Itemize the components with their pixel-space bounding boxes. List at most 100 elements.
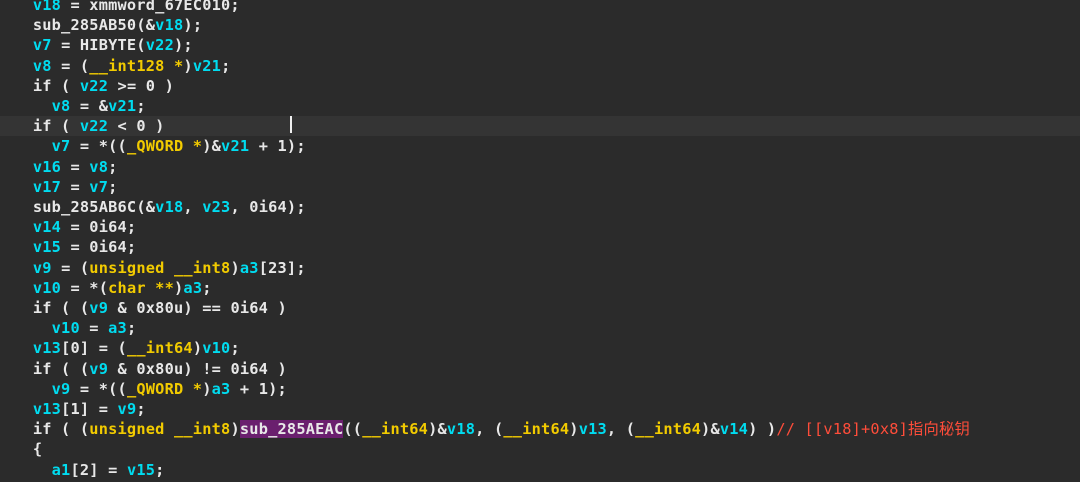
identifier-token[interactable]: v7 — [89, 178, 108, 196]
code-token: ) ) — [748, 420, 777, 439]
identifier-token[interactable]: a3 — [183, 279, 202, 297]
identifier-token[interactable]: v9 — [33, 259, 52, 277]
code-token: = — [61, 177, 90, 196]
code-line[interactable]: if ( v22 < 0 ) — [0, 116, 1080, 137]
pseudocode-editor[interactable]: v18 = xmmword_67EC010; sub_285AB50(&v18)… — [0, 0, 1080, 482]
identifier-token[interactable]: v22 — [146, 36, 174, 54]
code-line[interactable]: v9 = (unsigned __int8)a3[23]; — [0, 258, 1080, 278]
identifier-token[interactable]: v7 — [33, 36, 52, 54]
code-line[interactable]: v15 = 0i64; — [0, 237, 1080, 257]
identifier-token[interactable]: v13 — [33, 400, 61, 418]
code-token: if ( — [32, 117, 80, 136]
code-line[interactable]: v7 = *((_QWORD *)&v21 + 1); — [0, 136, 1080, 156]
code-line[interactable]: if ( (v9 & 0x80u) == 0i64 ) — [0, 298, 1080, 318]
code-line[interactable]: sub_285AB50(&v18); — [0, 15, 1080, 35]
identifier-token[interactable]: v10 — [202, 339, 230, 357]
code-line[interactable]: v18 = xmmword_67EC010; — [0, 0, 1080, 15]
identifier-token[interactable]: a3 — [108, 319, 127, 337]
code-line[interactable]: v8 = (__int128 *)v21; — [0, 56, 1080, 76]
identifier-token[interactable]: v21 — [221, 137, 249, 155]
code-line[interactable]: v17 = v7; — [0, 177, 1080, 197]
identifier-token[interactable]: a1 — [52, 461, 71, 479]
type-token: _QWORD * — [126, 137, 203, 156]
identifier-token[interactable]: v9 — [52, 380, 71, 398]
identifier-token[interactable]: v8 — [89, 158, 108, 176]
function-call-token[interactable]: sub_285AB50 — [33, 16, 137, 34]
code-token: = 0i64; — [61, 238, 137, 257]
code-token: = — [61, 157, 90, 176]
identifier-token[interactable]: v21 — [193, 57, 221, 75]
function-call-token[interactable]: sub_285AB6C — [33, 198, 137, 216]
code-line[interactable]: sub_285AB6C(&v18, v23, 0i64); — [0, 197, 1080, 217]
code-line[interactable]: if ( (v9 & 0x80u) != 0i64 ) — [0, 359, 1080, 379]
identifier-token[interactable]: v18 — [447, 420, 475, 438]
identifier-token[interactable]: v14 — [33, 218, 61, 236]
code-line[interactable]: if ( v22 >= 0 ) — [0, 76, 1080, 96]
identifier-token[interactable]: v18 — [155, 16, 183, 34]
code-line[interactable]: v13[0] = (__int64)v10; — [0, 338, 1080, 358]
code-token: if ( ( — [32, 359, 90, 378]
type-token: __int64 — [126, 339, 193, 358]
code-token: = ( — [51, 56, 90, 75]
identifier-token[interactable]: v13 — [33, 339, 61, 357]
identifier-token[interactable]: v14 — [720, 420, 748, 438]
identifier-token[interactable]: v10 — [33, 279, 61, 297]
code-token: = — [79, 319, 109, 338]
code-line[interactable]: v16 = v8; — [0, 157, 1080, 177]
identifier-token[interactable]: v9 — [89, 360, 108, 378]
code-line[interactable]: v9 = *((_QWORD *)a3 + 1); — [0, 379, 1080, 399]
type-token: unsigned __int8 — [89, 420, 231, 439]
code-line[interactable]: a1[2] = v15; — [0, 460, 1080, 480]
identifier-token[interactable]: a3 — [240, 259, 259, 277]
code-token: ; — [136, 400, 146, 418]
code-line[interactable]: v14 = 0i64; — [0, 217, 1080, 237]
code-line[interactable]: v10 = a3; — [0, 318, 1080, 338]
code-line[interactable]: v7 = HIBYTE(v22); — [0, 35, 1080, 55]
code-line[interactable]: { — [0, 439, 1080, 459]
code-token: ; — [108, 157, 118, 176]
type-token: __int64 — [635, 420, 702, 439]
identifier-token[interactable]: v15 — [127, 461, 155, 479]
code-token: ) — [230, 258, 240, 277]
code-token: < 0 ) — [108, 117, 165, 136]
code-line[interactable]: v10 = *(char **)a3; — [0, 278, 1080, 298]
code-token: & 0x80u) == 0i64 ) — [108, 299, 287, 317]
code-token: + 1); — [230, 379, 287, 398]
identifier-token[interactable]: v10 — [52, 319, 80, 337]
identifier-token[interactable]: v8 — [52, 97, 71, 115]
identifier-token[interactable]: v9 — [118, 400, 137, 418]
code-line[interactable]: v13[1] = v9; — [0, 399, 1080, 419]
code-token: ) — [230, 420, 240, 439]
identifier-token[interactable]: v18 — [33, 0, 61, 14]
identifier-token[interactable]: v15 — [33, 238, 61, 256]
identifier-token[interactable]: v13 — [579, 420, 607, 438]
identifier-token[interactable]: v16 — [33, 158, 61, 176]
type-token: __int128 * — [89, 56, 184, 75]
identifier-token[interactable]: v22 — [80, 117, 108, 135]
identifier-token[interactable]: v17 — [33, 178, 61, 196]
code-token: if ( ( — [32, 299, 90, 317]
code-line[interactable]: v8 = &v21; — [0, 96, 1080, 116]
code-token: , 0i64); — [230, 198, 306, 216]
identifier-token[interactable]: v9 — [89, 299, 108, 317]
code-token: [1] = — [61, 400, 118, 418]
code-token: , ( — [606, 420, 636, 439]
code-token: ; — [230, 339, 240, 358]
identifier-token[interactable]: v21 — [108, 97, 136, 115]
identifier-token[interactable]: v22 — [80, 77, 108, 95]
identifier-token[interactable]: v18 — [155, 198, 183, 216]
identifier-token[interactable]: v7 — [52, 137, 71, 155]
identifier-token[interactable]: v23 — [202, 198, 230, 216]
identifier-token[interactable]: v8 — [33, 57, 52, 75]
identifier-token[interactable]: a3 — [212, 380, 231, 398]
code-line[interactable]: if ( (unsigned __int8)sub_285AEAC((__int… — [0, 419, 1080, 439]
selected-function-token[interactable]: sub_285AEAC — [239, 420, 344, 439]
